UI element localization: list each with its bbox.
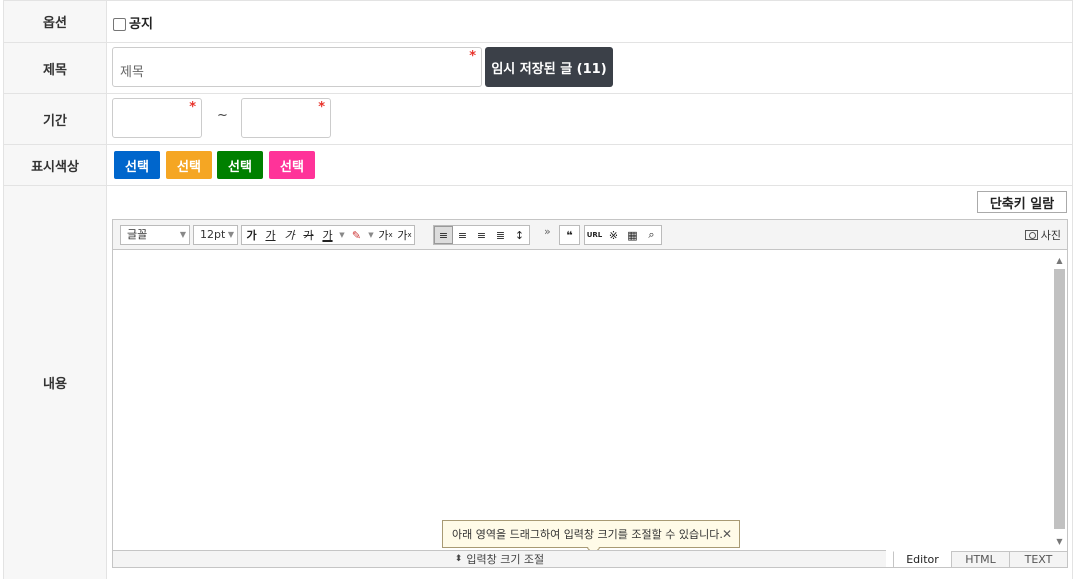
color-select-green-button[interactable]: 선택 xyxy=(217,151,263,179)
title-placeholder: 제목 xyxy=(120,65,144,80)
rich-text-editor: 글꼴 ▼ 12pt ▼ 가 가 가 가 가 ▼ ✎ ▼ 가 x 가 x ≡ ≡ … xyxy=(112,219,1068,568)
title-row: 제목 제목 * 임시 저장된 글 (11) xyxy=(3,43,1073,94)
period-row: 기간 * ~ * xyxy=(3,94,1073,145)
required-mark: * xyxy=(469,49,476,64)
subscript-button[interactable]: 가x xyxy=(395,226,414,244)
highlight-color-icon[interactable]: ✎ xyxy=(347,226,366,244)
shortcut-list-button[interactable]: 단축키 일람 xyxy=(977,191,1067,213)
superscript-button[interactable]: 가x xyxy=(376,226,395,244)
font-size-value: 12pt xyxy=(200,228,226,241)
text-format-group: 가 가 가 가 가 ▼ ✎ ▼ 가x 가x xyxy=(241,225,415,245)
align-center-icon[interactable]: ≡ xyxy=(453,226,472,244)
superscript-label: 가 xyxy=(378,229,389,242)
align-right-icon[interactable]: ≡ xyxy=(472,226,491,244)
color-select-orange-button[interactable]: 선택 xyxy=(166,151,212,179)
required-mark: * xyxy=(189,100,196,115)
post-form: 옵션 공지 제목 제목 * 임시 저장된 글 (11) 기간 * ~ * 표시색… xyxy=(3,0,1073,579)
scrollbar-thumb[interactable] xyxy=(1054,269,1065,529)
chevron-down-icon: ▼ xyxy=(227,230,234,239)
content-row: 내용 단축키 일람 글꼴 ▼ 12pt ▼ 가 가 가 가 가 ▼ ✎ ▼ 가 … xyxy=(3,186,1073,579)
close-icon[interactable]: ✕ xyxy=(722,527,732,541)
editor-content-area[interactable]: ▲ ▼ xyxy=(113,251,1067,551)
font-family-select[interactable]: 글꼴 ▼ xyxy=(120,225,190,245)
more-tools-icon[interactable]: » xyxy=(544,225,551,238)
italic-button[interactable]: 가 xyxy=(280,226,299,244)
start-date-input[interactable]: * xyxy=(112,98,202,138)
chevron-down-icon[interactable]: ▼ xyxy=(337,226,347,244)
align-justify-icon[interactable]: ≣ xyxy=(491,226,510,244)
tab-editor[interactable]: Editor xyxy=(893,551,952,568)
editor-mode-tabs: Editor HTML TEXT xyxy=(893,551,1068,568)
resize-label: 입력창 크기 조절 xyxy=(466,553,545,566)
notice-checkbox[interactable]: 공지 xyxy=(113,13,153,32)
link-button[interactable]: URL xyxy=(585,226,604,244)
editor-toolbar: 글꼴 ▼ 12pt ▼ 가 가 가 가 가 ▼ ✎ ▼ 가 x 가 x ≡ ≡ … xyxy=(113,220,1067,250)
required-mark: * xyxy=(318,100,325,115)
color-select-blue-button[interactable]: 선택 xyxy=(114,151,160,179)
quote-group: ❝ xyxy=(559,225,580,245)
title-label: 제목 xyxy=(3,43,107,93)
strikethrough-button[interactable]: 가 xyxy=(299,226,318,244)
color-select-pink-button[interactable]: 선택 xyxy=(269,151,315,179)
scroll-up-icon[interactable]: ▲ xyxy=(1053,254,1066,266)
draft-posts-button[interactable]: 임시 저장된 글 (11) xyxy=(485,47,613,87)
chevron-down-icon: ▼ xyxy=(179,230,186,239)
checkbox-box[interactable] xyxy=(113,18,126,31)
notice-label: 공지 xyxy=(129,17,153,32)
photo-label: 사진 xyxy=(1040,229,1061,242)
resize-handle[interactable]: ⬍ 입력창 크기 조절 xyxy=(113,550,886,567)
title-input[interactable]: 제목 * xyxy=(112,47,482,87)
tooltip-text: 아래 영역을 드래그하여 입력창 크기를 조절할 수 있습니다. xyxy=(452,528,723,541)
camera-icon xyxy=(1024,230,1038,240)
period-label: 기간 xyxy=(3,94,107,144)
font-family-value: 글꼴 xyxy=(127,228,148,241)
content-label: 내용 xyxy=(3,186,107,579)
color-label: 표시색상 xyxy=(3,145,107,185)
bold-button[interactable]: 가 xyxy=(242,226,261,244)
photo-upload-button[interactable]: 사진 xyxy=(1024,227,1061,243)
tab-text[interactable]: TEXT xyxy=(1009,551,1068,568)
align-group: ≡ ≡ ≡ ≣ ↕ xyxy=(433,225,530,245)
option-label: 옵션 xyxy=(3,1,107,42)
editor-scrollbar[interactable]: ▲ ▼ xyxy=(1053,254,1066,547)
underline-button[interactable]: 가 xyxy=(261,226,280,244)
line-height-icon[interactable]: ↕ xyxy=(510,226,529,244)
resize-arrows-icon: ⬍ xyxy=(454,554,463,564)
color-row: 표시색상 선택 선택 선택 선택 xyxy=(3,145,1073,186)
end-date-input[interactable]: * xyxy=(241,98,331,138)
search-icon[interactable]: ⌕ xyxy=(642,226,661,244)
font-color-button[interactable]: 가 xyxy=(318,226,337,244)
scroll-down-icon[interactable]: ▼ xyxy=(1053,535,1066,547)
align-left-icon[interactable]: ≡ xyxy=(434,226,453,244)
chevron-down-icon[interactable]: ▼ xyxy=(366,226,376,244)
resize-tooltip: 아래 영역을 드래그하여 입력창 크기를 조절할 수 있습니다. ✕ xyxy=(442,520,740,548)
tab-html[interactable]: HTML xyxy=(951,551,1010,568)
quote-icon[interactable]: ❝ xyxy=(560,226,579,244)
special-char-icon[interactable]: ※ xyxy=(604,226,623,244)
font-size-select[interactable]: 12pt ▼ xyxy=(193,225,238,245)
option-row: 옵션 공지 xyxy=(3,1,1073,43)
table-icon[interactable]: ▦ xyxy=(623,226,642,244)
subscript-label: 가 xyxy=(397,229,408,242)
insert-group: URL ※ ▦ ⌕ xyxy=(584,225,662,245)
period-separator: ~ xyxy=(217,108,228,123)
